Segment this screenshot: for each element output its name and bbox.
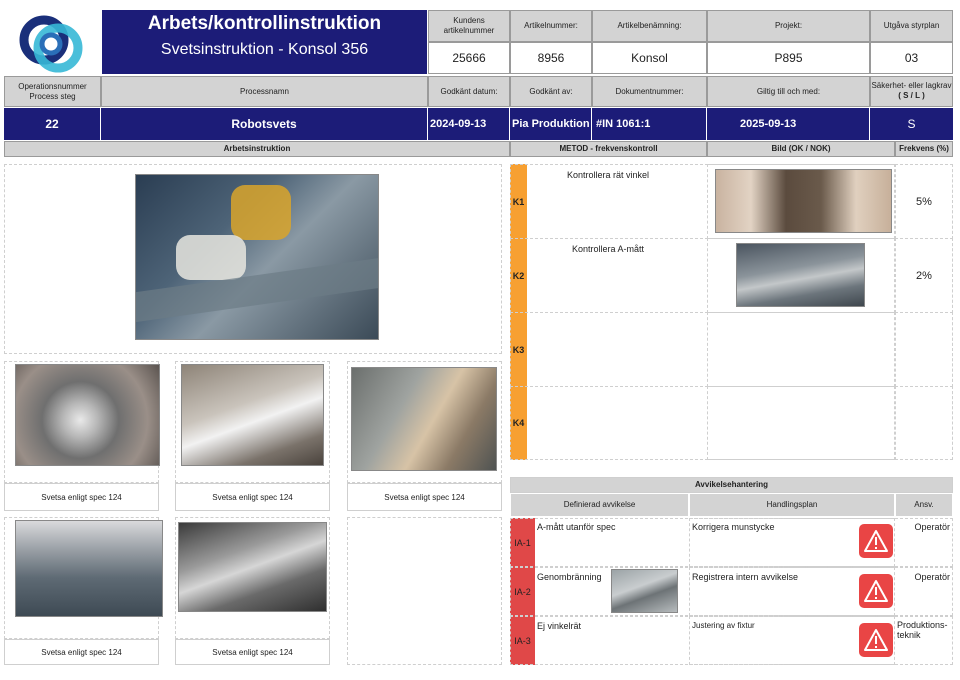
control-frequency-k3 <box>895 312 953 387</box>
deviation-col-plan: Handlingsplan <box>689 493 895 517</box>
valid-until-label: Giltig till och med: <box>707 76 870 107</box>
photo-caption-3: Svetsa enligt spec 124 <box>347 483 502 511</box>
photo-caption-4: Svetsa enligt spec 124 <box>4 639 159 665</box>
frequency-header: Frekvens (%) <box>895 141 953 157</box>
deviation-code-ia2: IA-2 <box>514 586 531 597</box>
project-value: P895 <box>707 42 870 74</box>
approved-by-label: Godkänt av: <box>510 76 592 107</box>
photo-caption-2: Svetsa enligt spec 124 <box>175 483 330 511</box>
deviation-resp-ia2: Operatör <box>914 572 950 582</box>
project-label: Projekt: <box>707 10 870 42</box>
deviation-code-ia3: IA-3 <box>514 635 531 646</box>
control-code-k3: K3 <box>512 344 525 355</box>
method-header: METOD - frekvenskontroll <box>510 141 707 157</box>
photo-caption-5: Svetsa enligt spec 124 <box>175 639 330 665</box>
deviation-col-defined: Definierad avvikelse <box>510 493 689 517</box>
interlocking-rings-logo-icon <box>19 15 83 73</box>
deviation-plan-ia3: Justering av fixtur <box>692 621 755 630</box>
image-header: Bild (OK / NOK) <box>707 141 895 157</box>
deviation-defined-ia1: A-mått utanför spec <box>537 522 616 532</box>
photo-burn-through <box>611 569 678 613</box>
document-number-value: #IN 1061:1 <box>592 108 707 140</box>
edition-label: Utgåva styrplan <box>870 10 953 42</box>
control-frequency-k2: 2% <box>895 238 953 313</box>
deviation-defined-ia3: Ej vinkelrät <box>537 621 582 631</box>
approved-date-label: Godkänt datum: <box>428 76 510 107</box>
document-number-label: Dokumentnummer: <box>592 76 707 107</box>
photo-square-check <box>715 169 892 233</box>
work-instruction-header: Arbetsinstruktion <box>4 141 510 157</box>
deviation-defined-ia2: Genombränning <box>537 572 602 582</box>
control-frequency-k4 <box>895 386 953 460</box>
article-number-label: Artikelnummer: <box>510 10 592 42</box>
page-title: Arbets/kontrollinstruktion <box>147 13 382 34</box>
control-code-k4: K4 <box>512 418 525 428</box>
control-method-k1: Kontrollera rät vinkel <box>567 170 650 180</box>
photo-hand-part <box>351 367 497 471</box>
customer-article-value: 25666 <box>428 42 510 74</box>
photo-weld-seam <box>736 243 865 307</box>
title-block: Arbets/kontrollinstruktion Svetsinstrukt… <box>102 10 427 74</box>
control-code-k2: K2 <box>512 270 525 281</box>
valid-until-value: 2025-09-13 <box>707 108 870 140</box>
approved-date-value: 2024-09-13 <box>428 108 510 140</box>
safety-code-label: ( S / L ) <box>898 91 925 100</box>
main-photo-welding-fixture <box>135 174 379 340</box>
safety-label: Säkerhet- eller lagkrav <box>871 81 952 90</box>
control-method-k2: Kontrollera A-mått <box>572 244 645 254</box>
photo-weld-flange <box>15 364 160 466</box>
deviation-col-resp: Ansv. <box>895 493 953 517</box>
deviation-plan-ia1: Korrigera munstycke <box>692 522 775 532</box>
photo-caption-1: Svetsa enligt spec 124 <box>4 483 159 511</box>
warning-triangle-icon <box>859 574 893 608</box>
deviation-title: Avvikelsehantering <box>510 477 953 493</box>
operation-number-value: 22 <box>4 108 101 140</box>
warning-triangle-icon <box>859 524 893 558</box>
process-name-value: Robotsvets <box>101 108 428 140</box>
control-code-k1: K1 <box>512 196 525 207</box>
deviation-resp-ia3: Produktions-teknik <box>897 620 948 640</box>
photo-fixture-table <box>15 520 163 617</box>
page-subtitle: Svetsinstruktion - Konsol 356 <box>160 41 369 58</box>
deviation-resp-ia1: Operatör <box>914 522 950 532</box>
customer-article-label: Kundens artikelnummer <box>428 10 510 42</box>
control-frequency-k1: 5% <box>895 164 953 239</box>
article-number-value: 8956 <box>510 42 592 74</box>
edition-value: 03 <box>870 42 953 74</box>
operation-number-label: Operationsnummer Process steg <box>4 76 101 107</box>
control-image-cell-k4 <box>707 386 895 460</box>
process-name-label: Processnamn <box>101 76 428 107</box>
safety-value: S <box>870 108 953 140</box>
article-name-label: Artikelbenämning: <box>592 10 707 42</box>
control-image-cell-k3 <box>707 312 895 387</box>
photo-robot-cell <box>178 522 327 612</box>
warning-triangle-icon <box>859 623 893 657</box>
article-name-value: Konsol <box>592 42 707 74</box>
photo-pipe-clamp <box>181 364 324 466</box>
empty-photo-cell <box>347 517 502 665</box>
company-logo <box>4 10 99 74</box>
approved-by-value: Pia Produktion <box>510 108 592 140</box>
safety-label-cell: Säkerhet- eller lagkrav ( S / L ) <box>870 76 953 107</box>
deviation-plan-ia2: Registrera intern avvikelse <box>692 572 799 582</box>
deviation-code-ia1: IA-1 <box>514 537 531 548</box>
